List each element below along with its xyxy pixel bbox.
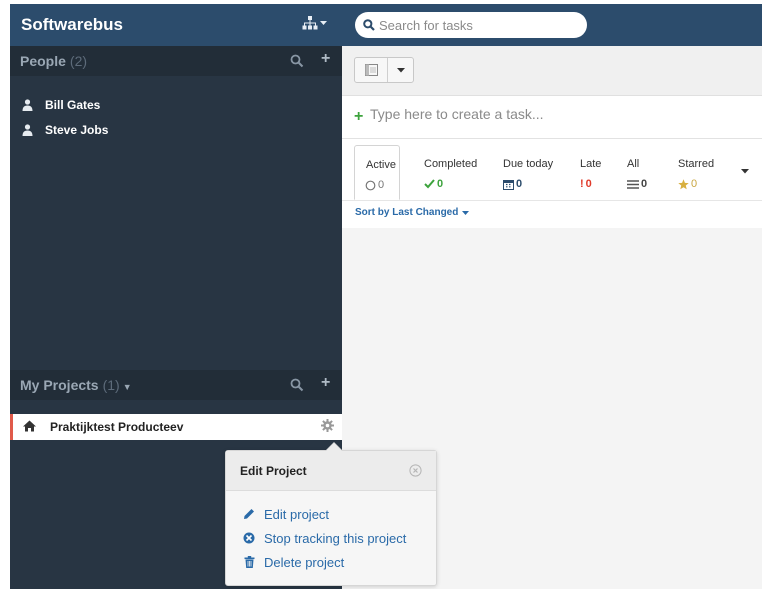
people-search-icon[interactable] <box>290 54 304 68</box>
people-count: (2) <box>69 53 88 69</box>
sort-label: Sort by Last Changed <box>355 207 459 218</box>
sort-dropdown[interactable]: Sort by Last Changed <box>355 207 470 218</box>
search-input[interactable] <box>379 17 579 33</box>
create-task-input[interactable] <box>370 106 750 122</box>
check-icon <box>424 179 435 189</box>
filter-label: Active <box>366 159 396 171</box>
ban-icon <box>243 532 255 544</box>
filter-label: Late <box>580 158 602 170</box>
filter-tab-starred[interactable]: Starred 0 <box>678 145 722 200</box>
view-caret[interactable] <box>388 58 413 82</box>
top-bar <box>342 4 762 46</box>
view-toggle[interactable] <box>355 58 388 82</box>
caret-down-icon <box>396 67 405 72</box>
app-window: Softwarebus People (2) + Bill Gates Stev… <box>0 0 762 589</box>
organization-menu-button[interactable] <box>302 16 327 30</box>
star-icon <box>678 178 689 189</box>
brand-bar: Softwarebus <box>10 4 342 46</box>
menu-item-label: Delete project <box>264 554 345 570</box>
projects-section-title[interactable]: My Projects (1) ▼ <box>20 377 132 393</box>
delete-project-menu-item[interactable]: Delete project <box>243 553 344 571</box>
filter-tab-late[interactable]: Late ! 0 <box>580 145 604 200</box>
projects-section-header: My Projects (1) ▼ + <box>10 370 342 400</box>
filter-tabs: Active 0 Completed 0 Due today 0 Late ! <box>342 139 762 201</box>
filter-label: Starred <box>678 158 715 170</box>
filter-count: 0 <box>365 179 384 191</box>
filter-tab-due-today[interactable]: Due today 0 <box>503 145 559 200</box>
filter-count: 0 <box>424 178 443 190</box>
gear-icon[interactable] <box>321 419 334 432</box>
list-icon <box>627 179 639 189</box>
search-icon <box>363 19 375 31</box>
sitemap-icon <box>302 16 318 30</box>
filter-tab-all[interactable]: All 0 <box>627 145 657 200</box>
toolbar <box>342 46 762 96</box>
caret-down-icon: ▼ <box>122 382 132 392</box>
edit-project-menu-item[interactable]: Edit project <box>243 505 329 523</box>
filter-count: ! 0 <box>580 178 592 190</box>
app-title[interactable]: Softwarebus <box>21 15 123 35</box>
plus-icon: + <box>354 108 364 125</box>
filter-count: 0 <box>678 178 697 190</box>
person-item[interactable]: Steve Jobs <box>22 121 108 139</box>
person-name: Bill Gates <box>45 98 101 112</box>
project-name: Praktijktest Producteev <box>50 420 184 434</box>
list-view-icon <box>364 64 378 76</box>
pencil-icon <box>244 509 254 519</box>
filter-count: 0 <box>503 178 522 190</box>
projects-search-icon[interactable] <box>290 378 304 392</box>
filter-tab-active[interactable]: Active 0 <box>354 145 400 200</box>
caret-down-icon <box>462 210 470 215</box>
people-section-title[interactable]: People (2) <box>20 53 87 69</box>
search-box <box>355 12 587 38</box>
add-person-icon[interactable]: + <box>321 50 330 68</box>
user-icon <box>22 124 33 136</box>
close-icon[interactable] <box>409 464 422 477</box>
filter-label: Completed <box>424 158 478 170</box>
trash-icon <box>244 556 254 568</box>
more-filters-caret-icon[interactable] <box>741 169 749 174</box>
edit-project-popover: Edit Project Edit project Stop tracking … <box>225 442 437 586</box>
circle-outline-icon <box>365 180 376 190</box>
home-icon <box>23 420 36 432</box>
person-name: Steve Jobs <box>45 123 109 137</box>
stop-tracking-menu-item[interactable]: Stop tracking this project <box>243 529 406 547</box>
menu-item-label: Edit project <box>264 506 330 522</box>
menu-item-label: Stop tracking this project <box>264 530 407 546</box>
person-item[interactable]: Bill Gates <box>22 96 100 114</box>
caret-down-icon <box>320 20 327 25</box>
filter-count: 0 <box>627 178 647 190</box>
projects-count: (1) <box>102 377 120 393</box>
popover-header: Edit Project <box>226 451 436 491</box>
project-item[interactable]: Praktijktest Producteev <box>10 414 342 440</box>
user-icon <box>22 99 33 111</box>
exclamation-icon: ! <box>580 178 584 190</box>
create-task-row: + <box>342 96 762 139</box>
calendar-icon <box>503 179 514 190</box>
people-section-header: People (2) + <box>10 46 342 76</box>
view-dropdown-button[interactable] <box>354 57 414 83</box>
filter-label: All <box>627 158 640 170</box>
popover-arrow <box>325 442 343 451</box>
popover-title: Edit Project <box>240 464 307 478</box>
filter-tab-completed[interactable]: Completed 0 <box>424 145 484 200</box>
filter-label: Due today <box>503 158 554 170</box>
add-project-icon[interactable]: + <box>321 374 330 392</box>
